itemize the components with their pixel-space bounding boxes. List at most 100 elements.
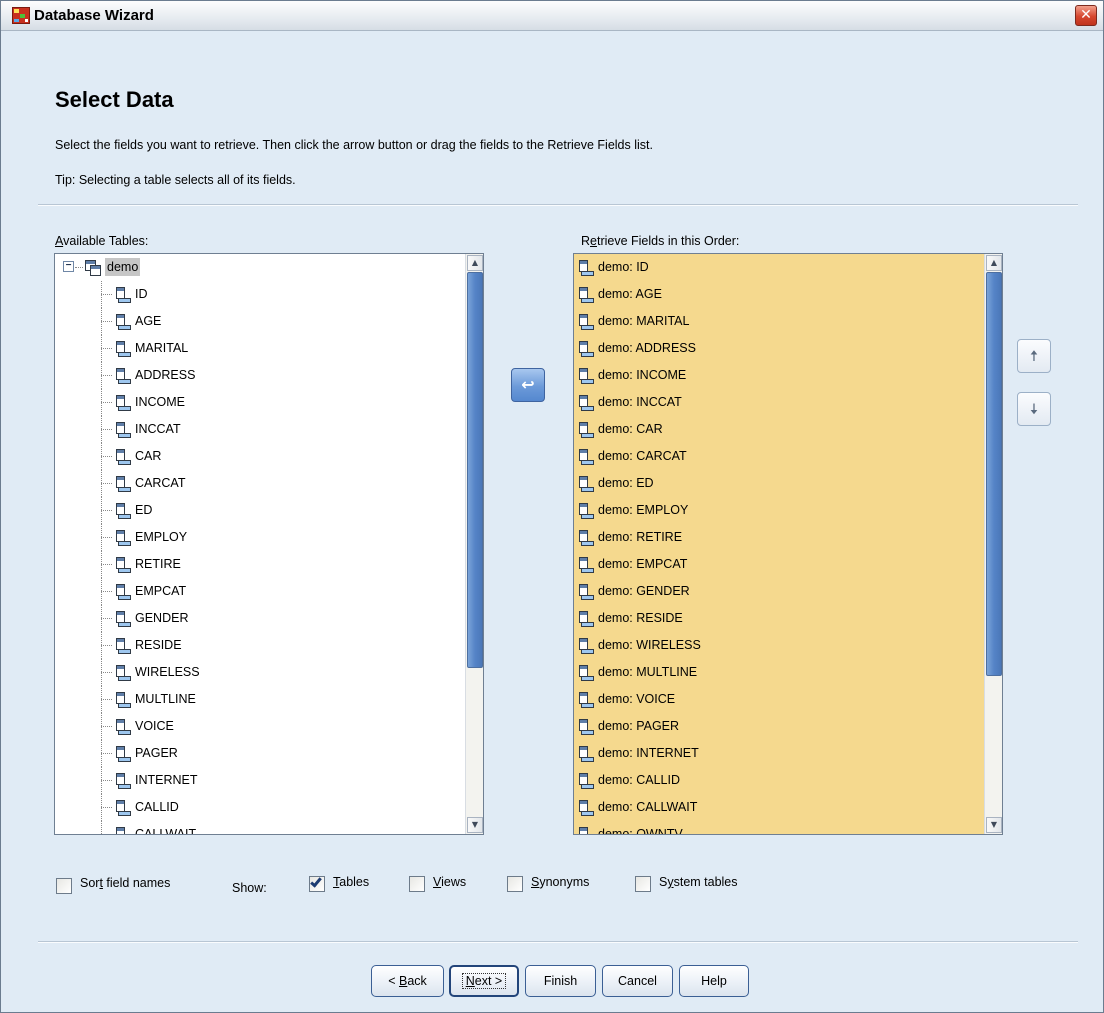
tree-connector bbox=[101, 699, 112, 700]
system-tables-checkbox[interactable] bbox=[635, 876, 651, 892]
tables-label[interactable]: Tables bbox=[333, 875, 369, 889]
tree-node-field[interactable]: AGE bbox=[55, 308, 465, 335]
scroll-up-button[interactable]: ▲ bbox=[986, 255, 1002, 271]
help-button[interactable]: Help bbox=[679, 965, 749, 997]
tree-connector bbox=[101, 645, 112, 646]
available-tables-tree[interactable]: − demo ID AGE MARITAL ADDRESS INCOME INCCAT CA… bbox=[54, 253, 484, 835]
retrieve-field-item[interactable]: demo: GENDER bbox=[574, 578, 984, 605]
field-icon bbox=[114, 448, 131, 465]
field-icon bbox=[114, 502, 131, 519]
tree-node-table[interactable]: − demo bbox=[55, 254, 465, 281]
field-name: CAR bbox=[135, 449, 162, 463]
field-name: demo: CARCAT bbox=[598, 449, 687, 463]
scroll-thumb[interactable] bbox=[467, 272, 483, 668]
tree-node-field[interactable]: CALLWAIT bbox=[55, 821, 465, 834]
available-vertical-scrollbar[interactable]: ▲ ▼ bbox=[465, 254, 483, 834]
close-button[interactable]: ✕ bbox=[1075, 5, 1097, 26]
tree-node-field[interactable]: ED bbox=[55, 497, 465, 524]
retrieve-vertical-scrollbar[interactable]: ▲ ▼ bbox=[984, 254, 1002, 834]
views-label[interactable]: Views bbox=[433, 875, 466, 889]
tree-node-field[interactable]: ADDRESS bbox=[55, 362, 465, 389]
retrieve-field-item[interactable]: demo: ID bbox=[574, 254, 984, 281]
retrieve-field-item[interactable]: demo: CARCAT bbox=[574, 443, 984, 470]
cancel-button[interactable]: Cancel bbox=[602, 965, 673, 997]
tables-checkbox[interactable] bbox=[309, 875, 325, 892]
tree-node-field[interactable]: INCOME bbox=[55, 389, 465, 416]
field-name: demo: RESIDE bbox=[598, 611, 683, 625]
collapse-icon[interactable]: − bbox=[63, 261, 74, 272]
tree-node-field[interactable]: ID bbox=[55, 281, 465, 308]
back-button[interactable]: < Back bbox=[371, 965, 444, 997]
move-down-button[interactable]: 🠇 bbox=[1017, 392, 1051, 426]
field-name: demo: ID bbox=[598, 260, 649, 274]
tree-node-field[interactable]: MULTLINE bbox=[55, 686, 465, 713]
tree-node-field[interactable]: MARITAL bbox=[55, 335, 465, 362]
retrieve-field-item[interactable]: demo: CAR bbox=[574, 416, 984, 443]
field-name: demo: ADDRESS bbox=[598, 341, 696, 355]
tree-connector bbox=[101, 456, 112, 457]
tree-node-field[interactable]: CAR bbox=[55, 443, 465, 470]
tree-node-field[interactable]: RETIRE bbox=[55, 551, 465, 578]
field-name: GENDER bbox=[135, 611, 189, 625]
scroll-down-button[interactable]: ▼ bbox=[467, 817, 483, 833]
retrieve-field-item[interactable]: demo: RESIDE bbox=[574, 605, 984, 632]
field-name: demo: INCCAT bbox=[598, 395, 682, 409]
retrieve-field-item[interactable]: demo: CALLWAIT bbox=[574, 794, 984, 821]
retrieve-field-item[interactable]: demo: CALLID bbox=[574, 767, 984, 794]
retrieve-field-item[interactable]: demo: INTERNET bbox=[574, 740, 984, 767]
tree-connector bbox=[101, 321, 112, 322]
field-icon bbox=[577, 259, 594, 276]
move-to-retrieve-button[interactable]: ↩ bbox=[511, 368, 545, 402]
table-name: demo bbox=[105, 258, 141, 276]
tree-node-field[interactable]: CARCAT bbox=[55, 470, 465, 497]
field-icon bbox=[114, 313, 131, 330]
retrieve-field-item[interactable]: demo: ED bbox=[574, 470, 984, 497]
views-checkbox[interactable] bbox=[409, 876, 425, 892]
tree-node-field[interactable]: INCCAT bbox=[55, 416, 465, 443]
field-name: demo: PAGER bbox=[598, 719, 680, 733]
retrieve-field-item[interactable]: demo: INCOME bbox=[574, 362, 984, 389]
tree-node-field[interactable]: VOICE bbox=[55, 713, 465, 740]
tree-node-field[interactable]: EMPCAT bbox=[55, 578, 465, 605]
field-icon bbox=[114, 772, 131, 789]
synonyms-label[interactable]: Synonyms bbox=[531, 875, 589, 889]
system-tables-label[interactable]: System tables bbox=[659, 875, 738, 889]
retrieve-field-item[interactable]: demo: OWNTV bbox=[574, 821, 984, 834]
retrieve-field-item[interactable]: demo: INCCAT bbox=[574, 389, 984, 416]
field-icon bbox=[114, 583, 131, 600]
tree-node-field[interactable]: CALLID bbox=[55, 794, 465, 821]
field-icon bbox=[577, 394, 594, 411]
retrieve-field-item[interactable]: demo: VOICE bbox=[574, 686, 984, 713]
field-name: demo: AGE bbox=[598, 287, 662, 301]
retrieve-field-item[interactable]: demo: ADDRESS bbox=[574, 335, 984, 362]
retrieve-field-item[interactable]: demo: WIRELESS bbox=[574, 632, 984, 659]
tree-node-field[interactable]: GENDER bbox=[55, 605, 465, 632]
scroll-thumb[interactable] bbox=[986, 272, 1002, 676]
finish-button[interactable]: Finish bbox=[525, 965, 596, 997]
retrieve-field-item[interactable]: demo: EMPCAT bbox=[574, 551, 984, 578]
check-icon bbox=[310, 875, 322, 888]
sort-field-names-checkbox[interactable] bbox=[56, 878, 72, 894]
retrieve-field-item[interactable]: demo: EMPLOY bbox=[574, 497, 984, 524]
scroll-down-icon: ▼ bbox=[990, 820, 998, 829]
scroll-up-button[interactable]: ▲ bbox=[467, 255, 483, 271]
sort-field-names-label[interactable]: Sort field names bbox=[80, 876, 170, 890]
retrieve-field-item[interactable]: demo: MARITAL bbox=[574, 308, 984, 335]
scroll-down-button[interactable]: ▼ bbox=[986, 817, 1002, 833]
tree-node-field[interactable]: RESIDE bbox=[55, 632, 465, 659]
tree-node-field[interactable]: WIRELESS bbox=[55, 659, 465, 686]
page-title: Select Data bbox=[55, 87, 174, 112]
next-button[interactable]: Next > bbox=[449, 965, 519, 997]
table-icon bbox=[84, 259, 101, 277]
move-up-button[interactable]: 🠅 bbox=[1017, 339, 1051, 373]
retrieve-field-item[interactable]: demo: PAGER bbox=[574, 713, 984, 740]
retrieve-field-item[interactable]: demo: RETIRE bbox=[574, 524, 984, 551]
retrieve-field-item[interactable]: demo: AGE bbox=[574, 281, 984, 308]
synonyms-checkbox[interactable] bbox=[507, 876, 523, 892]
field-icon bbox=[114, 637, 131, 654]
tree-node-field[interactable]: EMPLOY bbox=[55, 524, 465, 551]
tree-node-field[interactable]: PAGER bbox=[55, 740, 465, 767]
retrieve-field-item[interactable]: demo: MULTLINE bbox=[574, 659, 984, 686]
tree-node-field[interactable]: INTERNET bbox=[55, 767, 465, 794]
retrieve-fields-list[interactable]: demo: ID demo: AGE demo: MARITAL demo: ADDR… bbox=[573, 253, 1003, 835]
